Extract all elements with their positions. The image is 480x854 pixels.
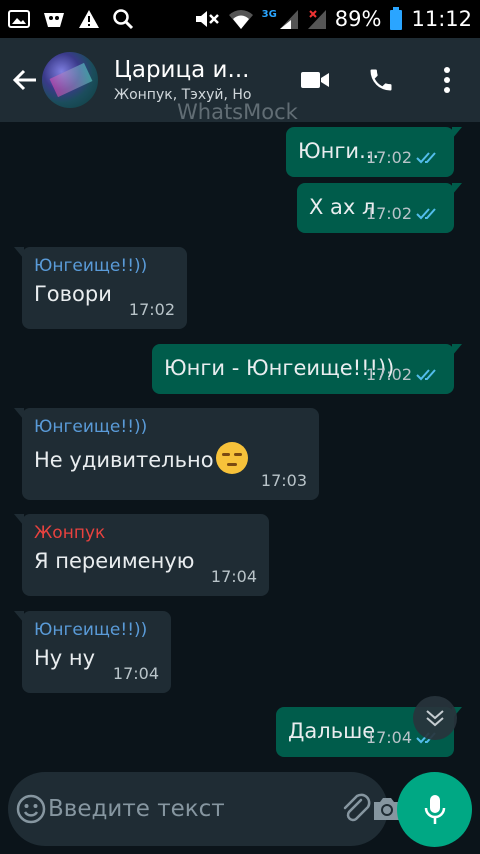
message-bubble[interactable]: Юнгеище!!)) Ну ну 17:04 <box>14 611 171 693</box>
message-bubble[interactable]: Юнгеище!!)) Говори 17:02 <box>14 247 187 329</box>
phone-icon <box>370 69 392 91</box>
message-text: Не удивительно <box>34 448 214 472</box>
message-time: 17:04 <box>365 728 412 747</box>
chat-info[interactable]: Царица и... Жонпук, Тэхуй, Но <box>114 57 268 103</box>
double-chevron-down-icon <box>426 710 444 727</box>
chat-title: Царица и... <box>114 57 250 83</box>
paperclip-icon <box>343 793 371 822</box>
message-time: 17:03 <box>260 471 307 490</box>
voice-call-button[interactable] <box>348 50 414 110</box>
sender-name: Юнгеище!!)) <box>34 417 148 437</box>
message-meta: 17:04 <box>211 567 257 586</box>
message-bubble[interactable]: Жонпук Я переименую 17:04 <box>14 514 269 596</box>
double-check-icon <box>416 207 436 219</box>
unamused-face-icon <box>215 442 248 474</box>
wifi-icon <box>228 8 254 30</box>
message-meta: 17:02 <box>366 204 442 223</box>
kebab-menu-icon <box>444 67 450 93</box>
video-camera-icon <box>301 72 329 88</box>
message-meta: 17:02 <box>366 148 442 167</box>
battery-icon <box>389 7 403 31</box>
more-options-button[interactable] <box>414 50 480 110</box>
search-icon <box>112 8 134 30</box>
status-right: 3G 89% 11:12 <box>194 7 472 31</box>
voice-message-button[interactable] <box>397 772 472 847</box>
signal-icon <box>279 8 299 30</box>
app-icon <box>42 9 66 29</box>
signal-off-icon <box>307 8 327 30</box>
sender-name: Юнгеище!!)) <box>34 620 148 640</box>
status-left <box>8 8 134 30</box>
mute-icon <box>194 8 220 30</box>
double-check-icon <box>416 368 436 380</box>
message-time: 17:02 <box>365 365 412 384</box>
message-time: 17:02 <box>128 300 175 319</box>
message-bubble[interactable]: Х ах л 17:02 <box>297 183 462 233</box>
group-avatar[interactable] <box>42 52 98 108</box>
message-bubble[interactable]: Юнгеище!!)) Не удивительно 17:03 <box>14 408 319 500</box>
message-meta: 17:02 <box>366 365 442 384</box>
sender-name: Юнгеище!!)) <box>34 256 148 276</box>
battery-percent: 89% <box>334 7 382 31</box>
message-list[interactable]: Юнги... 17:02 Х ах л 17:02 Юнгеище!!)) Г… <box>0 122 480 770</box>
warning-icon <box>78 9 100 29</box>
microphone-icon <box>424 794 445 824</box>
message-time: 17:04 <box>112 664 159 683</box>
watermark: WhatsMock <box>177 100 298 124</box>
message-bubble[interactable]: Юнги - Юнгеище!!!)) 17:02 <box>152 344 462 394</box>
image-icon <box>8 9 30 29</box>
message-time: 17:02 <box>365 204 412 223</box>
network-type: 3G <box>261 8 277 20</box>
message-meta: 17:02 <box>129 300 175 319</box>
smiley-icon <box>16 794 46 824</box>
message-bubble[interactable]: Юнги... 17:02 <box>286 127 462 177</box>
message-input[interactable] <box>46 784 341 834</box>
back-button[interactable] <box>8 50 42 110</box>
message-meta: 17:04 <box>113 664 159 683</box>
message-meta: 17:03 <box>261 471 307 490</box>
arrow-left-icon <box>12 69 36 91</box>
composer-bar <box>8 772 400 846</box>
header-actions <box>282 50 480 110</box>
message-time: 17:02 <box>365 148 412 167</box>
message-time: 17:04 <box>210 567 257 586</box>
sender-name: Жонпук <box>34 523 106 543</box>
status-bar: 3G 89% 11:12 <box>0 0 480 38</box>
double-check-icon <box>416 151 436 163</box>
scroll-to-bottom-button[interactable] <box>413 696 457 740</box>
attach-button[interactable] <box>341 781 371 837</box>
clock: 11:12 <box>411 7 472 31</box>
emoji-button[interactable] <box>16 781 46 837</box>
